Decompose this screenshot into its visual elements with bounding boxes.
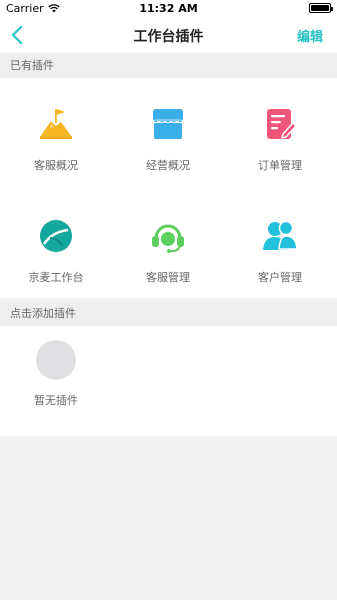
plugin-label: 客服管理 xyxy=(146,271,190,284)
empty-placeholder-icon xyxy=(36,340,76,380)
empty-plugin-placeholder: 暂无插件 xyxy=(16,336,96,416)
plugin-label: 客户管理 xyxy=(258,271,302,284)
plugin-service-overview[interactable]: 客服概况 xyxy=(0,84,112,184)
plugin-label: 客服概况 xyxy=(34,159,78,172)
plugin-business-overview[interactable]: 经营概况 xyxy=(112,84,224,184)
plugin-order-management[interactable]: 订单管理 xyxy=(224,84,336,184)
flag-mountain-icon xyxy=(40,109,72,139)
headset-icon xyxy=(152,224,184,253)
order-edit-icon xyxy=(267,109,298,140)
empty-label: 暂无插件 xyxy=(34,394,78,407)
status-right xyxy=(309,3,333,13)
nav-bar: 工作台插件 编辑 xyxy=(0,18,337,52)
battery-icon xyxy=(309,3,333,13)
section-header-add: 点击添加插件 xyxy=(0,302,337,326)
existing-plugins-panel: 客服概况 经营概况 订单管理 京麦工作台 客服管理 客户管理 xyxy=(0,78,337,298)
edit-button[interactable]: 编辑 xyxy=(297,26,323,45)
add-plugins-panel: 暂无插件 xyxy=(0,326,337,436)
plugin-customer-management[interactable]: 客户管理 xyxy=(224,196,336,296)
leaf-icon xyxy=(40,220,72,252)
plugin-label: 订单管理 xyxy=(258,159,302,172)
storefront-icon xyxy=(152,109,184,139)
plugin-jingmai-workbench[interactable]: 京麦工作台 xyxy=(0,196,112,296)
page-title: 工作台插件 xyxy=(133,29,204,45)
plugin-service-management[interactable]: 客服管理 xyxy=(112,196,224,296)
plugin-label: 经营概况 xyxy=(146,159,190,172)
users-icon xyxy=(263,220,298,250)
plugin-label: 京麦工作台 xyxy=(28,271,84,284)
status-bar: Carrier 11:32 AM xyxy=(0,0,337,18)
status-time: 11:32 AM xyxy=(139,2,198,15)
section-header-existing: 已有插件 xyxy=(0,54,337,78)
